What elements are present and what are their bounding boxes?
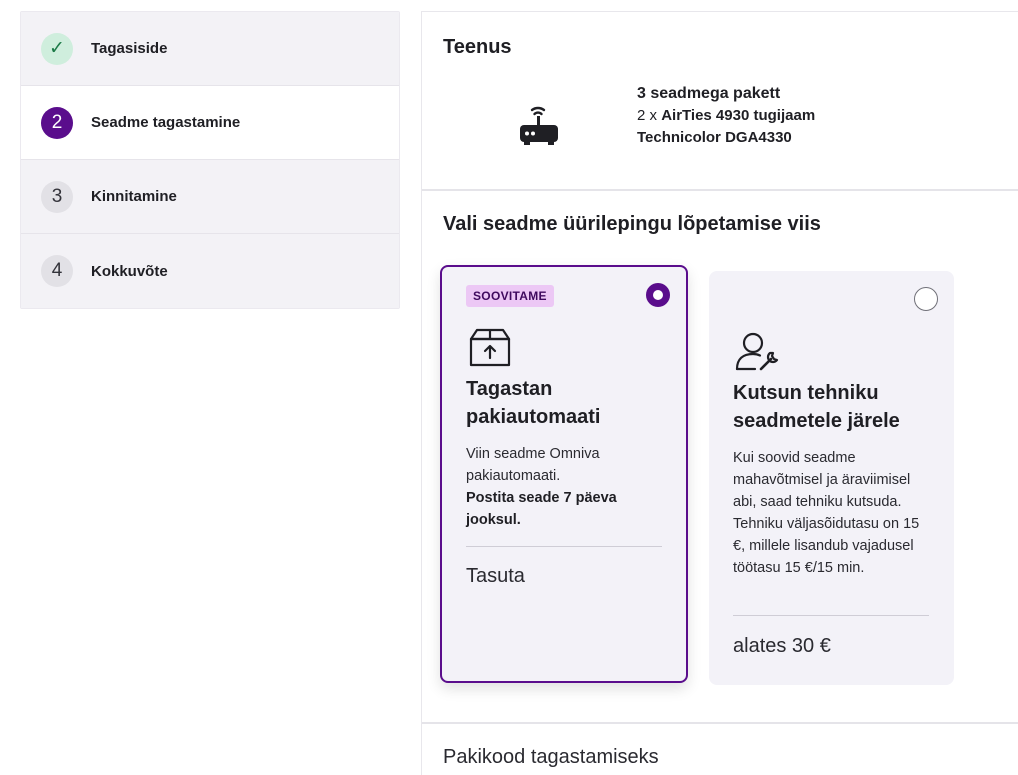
option-description: Viin seadme Omniva pakiautomaati. Postita…	[466, 446, 617, 528]
service-info: 3 seadmega pakett 2 x AirTies 4930 tugij…	[637, 83, 815, 149]
divider	[466, 546, 662, 547]
option-radio-selected[interactable]	[646, 283, 670, 307]
option-parcel-locker[interactable]: SOOVITAME Tagastan pakiautomaati Viin se…	[440, 265, 688, 683]
router-icon	[520, 106, 558, 145]
technician-icon	[735, 332, 779, 371]
recommended-badge: SOOVITAME	[466, 285, 554, 307]
service-title: Teenus	[443, 36, 512, 58]
option-technician[interactable]: Kutsun tehniku seadmetele järele Kui soo…	[709, 271, 954, 685]
step-summary[interactable]: 4 Kokkuvõte	[21, 234, 399, 308]
package-return-icon	[469, 328, 511, 367]
step-label: Seadme tagastamine	[91, 114, 241, 131]
return-method-section: Vali seadme üürilepingu lõpetamise viis …	[422, 191, 1018, 724]
step-number: 2	[41, 106, 73, 139]
step-label: Tagasiside	[91, 40, 168, 57]
step-confirmation[interactable]: 3 Kinnitamine	[21, 160, 399, 234]
device-line: 2 x AirTies 4930 tugijaam	[637, 107, 816, 124]
package-name: 3 seadmega pakett	[637, 85, 781, 102]
divider	[733, 615, 929, 616]
step-device-return[interactable]: 2 Seadme tagastamine	[21, 86, 399, 160]
check-icon: ✓	[41, 32, 73, 65]
main-panel: Teenus 3 seadmega pakett 2 x AirTies 493…	[421, 11, 1018, 775]
step-label: Kokkuvõte	[91, 262, 168, 280]
device-line: Technicolor DGA4330	[637, 129, 792, 146]
step-number: 4	[41, 255, 73, 287]
option-title: Kutsun tehniku seadmetele järele	[733, 382, 900, 432]
step-label: Kinnitamine	[91, 188, 177, 205]
step-number: 3	[41, 180, 73, 213]
return-method-title: Vali seadme üürilepingu lõpetamise viis	[443, 213, 821, 235]
option-radio[interactable]	[914, 287, 938, 311]
option-title: Tagastan pakiautomaati	[466, 378, 601, 428]
service-section: Teenus 3 seadmega pakett 2 x AirTies 493…	[422, 12, 1018, 191]
option-price: Tasuta	[466, 565, 525, 587]
option-description: Kui soovid seadme mahavõtmisel ja äravii…	[733, 450, 920, 576]
parcel-code-title: Pakikood tagastamiseks	[443, 746, 659, 768]
option-price: alates 30 €	[733, 635, 831, 657]
step-feedback[interactable]: ✓ Tagasiside	[21, 12, 399, 86]
parcel-code-section: Pakikood tagastamiseks	[422, 724, 1018, 775]
stepper: ✓ Tagasiside 2 Seadme tagastamine 3 Kinn…	[20, 11, 400, 309]
